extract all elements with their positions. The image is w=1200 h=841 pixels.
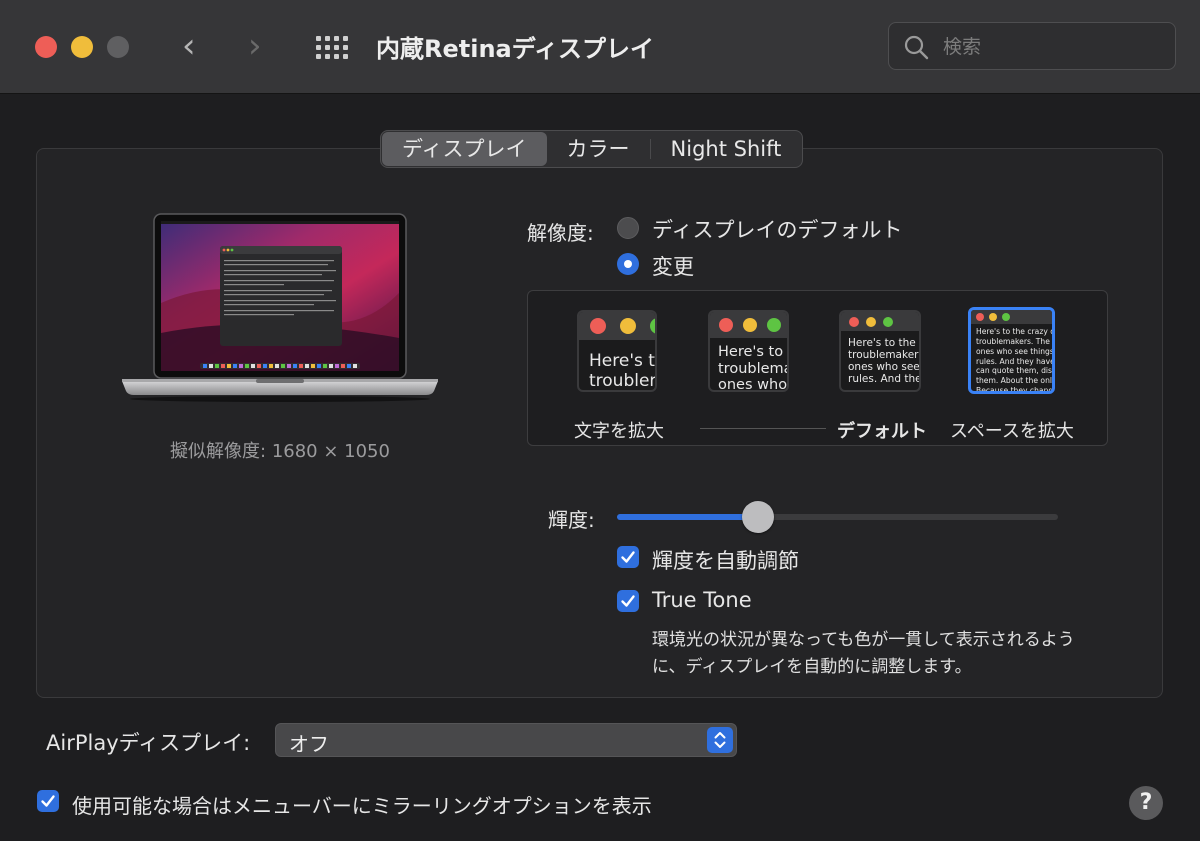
tab-color[interactable]: カラー <box>547 132 650 166</box>
mirroring-options-checkbox[interactable] <box>37 790 59 812</box>
scale-option-more-space[interactable]: Here's to the crazy ones troublemakers. … <box>968 307 1055 394</box>
minimize-dot-icon <box>866 317 876 327</box>
minimize-button[interactable] <box>71 36 93 58</box>
thumb-sample-text: Here's to the crazy ones troublemakers. … <box>976 327 1055 394</box>
macbook-preview-image <box>122 213 438 402</box>
back-arrow-icon[interactable]: ‹ <box>182 28 196 64</box>
tab-bar: ディスプレイ カラー Night Shift <box>380 130 804 168</box>
label-larger-text: 文字を拡大 <box>574 421 664 442</box>
radio-default-resolution[interactable] <box>617 217 639 239</box>
zoom-button[interactable] <box>107 36 129 58</box>
true-tone-label[interactable]: True Tone <box>652 588 752 612</box>
airplay-display-label: AirPlayディスプレイ: <box>46 731 251 755</box>
thumb-sample-text: Here's to t troublema ones who <box>718 344 789 392</box>
airplay-display-popup[interactable]: オフ <box>275 723 737 757</box>
minimize-dot-icon <box>620 318 636 334</box>
minimize-dot-icon <box>989 313 997 321</box>
scale-divider-line <box>700 428 826 429</box>
brightness-slider[interactable] <box>617 501 1058 533</box>
airplay-selected-value: オフ <box>289 732 329 756</box>
show-all-grid-icon[interactable] <box>316 36 350 60</box>
thumb-sample-text: Here's to t troublem <box>589 351 655 391</box>
tab-night-shift[interactable]: Night Shift <box>651 132 802 166</box>
checkmark-icon <box>41 795 55 807</box>
search-icon <box>904 35 929 60</box>
window-title: 内蔵Retinaディスプレイ <box>376 35 655 63</box>
label-more-space: スペースを拡大 <box>950 421 1074 442</box>
true-tone-checkbox[interactable] <box>617 590 639 612</box>
auto-brightness-checkbox[interactable] <box>617 546 639 568</box>
forward-arrow-icon[interactable]: › <box>248 28 262 64</box>
search-field[interactable] <box>888 22 1176 70</box>
brightness-label: 輝度: <box>548 508 595 532</box>
zoom-dot-icon <box>1002 313 1010 321</box>
checkmark-icon <box>621 595 635 607</box>
true-tone-description: 環境光の状況が異なっても色が一貫して表示されるように、ディスプレイを自動的に調整… <box>652 630 1075 677</box>
display-preferences-window: ‹ › 内蔵Retinaディスプレイ ディスプレイ カラー Night Shif… <box>0 0 1200 841</box>
scale-option-default[interactable]: Here's to the cr troublemakers. ones who… <box>839 310 921 392</box>
simulated-resolution-text: 擬似解像度: 1680 × 1050 <box>170 441 390 462</box>
title-bar: ‹ › 内蔵Retinaディスプレイ <box>0 0 1200 94</box>
scale-option-larger-text[interactable]: Here's to t troublem <box>577 310 657 392</box>
help-button[interactable]: ? <box>1129 786 1163 820</box>
radio-scaled-resolution[interactable] <box>617 253 639 275</box>
scale-option-2[interactable]: Here's to t troublema ones who <box>708 310 789 392</box>
resolution-label: 解像度: <box>527 221 594 245</box>
mirroring-options-label[interactable]: 使用可能な場合はメニューバーにミラーリングオプションを表示 <box>72 790 652 819</box>
close-dot-icon <box>976 313 984 321</box>
popup-chevrons-icon <box>707 727 733 753</box>
close-dot-icon <box>719 318 733 332</box>
checkmark-icon <box>621 551 635 563</box>
brightness-knob[interactable] <box>742 501 775 533</box>
radio-default-label[interactable]: ディスプレイのデフォルト <box>652 214 903 244</box>
close-dot-icon <box>849 317 859 327</box>
close-button[interactable] <box>35 36 57 58</box>
thumb-sample-text: Here's to the cr troublemakers. ones who… <box>848 337 921 386</box>
minimize-dot-icon <box>743 318 757 332</box>
search-input[interactable] <box>941 31 1165 63</box>
auto-brightness-label[interactable]: 輝度を自動調節 <box>652 545 799 575</box>
brightness-fill <box>617 514 759 520</box>
zoom-dot-icon <box>767 318 781 332</box>
radio-scaled-label[interactable]: 変更 <box>652 251 694 281</box>
tab-display[interactable]: ディスプレイ <box>382 132 547 166</box>
label-default: デフォルト <box>837 421 927 442</box>
zoom-dot-icon <box>883 317 893 327</box>
close-dot-icon <box>590 318 606 334</box>
